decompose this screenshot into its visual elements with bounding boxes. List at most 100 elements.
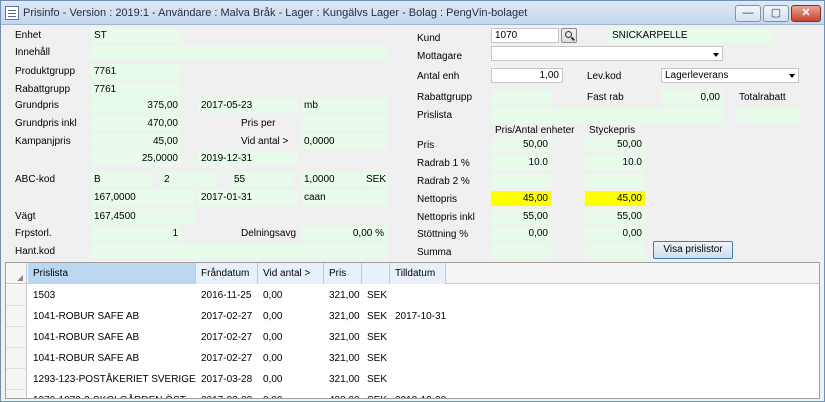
kund-input[interactable]: 1070: [491, 28, 559, 43]
totalrabatt-field[interactable]: [737, 108, 799, 123]
cell-prislista[interactable]: 1293-123-POSTÅKERIET SVERIGE A: [28, 369, 196, 390]
levkod-select[interactable]: Lagerleverans: [661, 68, 799, 83]
title-bar[interactable]: Prisinfo - Version : 2019:1 - Användare …: [1, 1, 824, 25]
col-frandatum[interactable]: Fråndatum: [196, 263, 258, 284]
row-header[interactable]: [6, 348, 27, 369]
kampanj-date-field[interactable]: 2019-12-31: [198, 151, 298, 166]
maximize-button[interactable]: ▢: [763, 5, 789, 22]
cell-prislista[interactable]: 1041-ROBUR SAFE AB: [28, 348, 196, 369]
row-header[interactable]: [6, 327, 27, 348]
radrab1-styck-field[interactable]: 10.0: [585, 155, 645, 170]
cell-vid-antal[interactable]: 0,00: [258, 390, 324, 398]
kund-search-button[interactable]: [561, 28, 577, 43]
radrab2-styck-field[interactable]: [585, 173, 645, 188]
cell-currency[interactable]: SEK: [362, 285, 390, 306]
fast-rab-field[interactable]: 0,00: [661, 90, 723, 105]
cell-vid-antal[interactable]: 0,00: [258, 285, 324, 306]
abc-kod-field[interactable]: B: [91, 172, 151, 187]
table-row[interactable]: 1293-123-POSTÅKERIET SVERIGE A 2017-03-28…: [6, 369, 819, 390]
cell-vid-antal[interactable]: 0,00: [258, 306, 324, 327]
produktgrupp-field[interactable]: 7761: [91, 64, 181, 79]
rabattgrupp-right-field[interactable]: [491, 90, 551, 105]
table-row[interactable]: 1503 2016-11-25 0,00 321,00 SEK: [6, 285, 819, 306]
cell-pris[interactable]: 321,00: [324, 369, 362, 390]
cell-frandatum[interactable]: 2017-02-27: [196, 306, 258, 327]
vid-antal-field[interactable]: 0,0000: [301, 134, 387, 149]
cell-currency[interactable]: SEK: [362, 348, 390, 369]
innehall-field[interactable]: [91, 45, 387, 60]
abc-num-field[interactable]: 2: [161, 172, 216, 187]
cell-pris[interactable]: 321,00: [324, 348, 362, 369]
abc-factor-field[interactable]: 1,0000: [301, 172, 361, 187]
grundpris-field[interactable]: 375,00: [91, 98, 181, 113]
frpstorl-field[interactable]: 1: [91, 226, 181, 241]
abc-value-field[interactable]: 167,0000: [91, 190, 195, 205]
nettopris-antal-field[interactable]: 45,00: [491, 191, 551, 206]
vagt-field[interactable]: 167,4500: [91, 209, 195, 224]
cell-frandatum[interactable]: 2017-02-27: [196, 327, 258, 348]
nettopris-styck-field[interactable]: 45,00: [585, 191, 645, 206]
pris-per-field[interactable]: [301, 116, 387, 131]
rabattgrupp-field[interactable]: 7761: [91, 82, 181, 97]
table-row[interactable]: 1070-1070-2-SKOLGÅRDEN ÖST2017-03-280,00…: [6, 390, 819, 398]
col-pris[interactable]: Pris: [324, 263, 362, 284]
nettopris-inkl-styck-field[interactable]: 55,00: [585, 209, 645, 224]
cell-pris[interactable]: 321,00: [324, 327, 362, 348]
abc-55-field[interactable]: 55: [231, 172, 293, 187]
pris-antal-field[interactable]: 50,00: [491, 137, 551, 152]
stottning-antal-field[interactable]: 0,00: [491, 226, 551, 241]
cell-vid-antal[interactable]: 0,00: [258, 327, 324, 348]
antal-enh-input[interactable]: 1,00: [491, 68, 563, 83]
mottagare-chevron-down-icon[interactable]: [713, 53, 719, 57]
cell-tilldatum[interactable]: [390, 369, 446, 390]
row-header[interactable]: [6, 390, 27, 398]
pris-styck-field[interactable]: 50,00: [585, 137, 645, 152]
kampanjpris-field[interactable]: 45,00: [91, 134, 181, 149]
table-row[interactable]: 1041-ROBUR SAFE AB 2017-02-27 0,00 321,00 SE…: [6, 327, 819, 348]
radrab2-antal-field[interactable]: [491, 173, 551, 188]
summa-antal-field[interactable]: [491, 244, 551, 259]
grundpris-unit-field[interactable]: mb: [301, 98, 387, 113]
hantkod-field[interactable]: [91, 244, 387, 259]
cell-currency[interactable]: SEK: [362, 390, 390, 398]
cell-currency[interactable]: SEK: [362, 369, 390, 390]
col-currency[interactable]: [362, 263, 390, 284]
table-row[interactable]: 1041-ROBUR SAFE AB 2017-02-27 0,00 321,00 SE…: [6, 348, 819, 369]
cell-tilldatum[interactable]: [390, 348, 446, 369]
cell-currency[interactable]: SEK: [362, 327, 390, 348]
grundpris-date-field[interactable]: 2017-05-23: [198, 98, 298, 113]
cell-pris[interactable]: 321,00: [324, 285, 362, 306]
cell-frandatum[interactable]: 2017-02-27: [196, 348, 258, 369]
enhet-field[interactable]: ST: [91, 28, 181, 43]
col-prislista[interactable]: Prislista: [28, 263, 196, 284]
cell-prislista[interactable]: 1070-1070-2-SKOLGÅRDEN ÖST: [28, 390, 196, 398]
mottagare-select[interactable]: [491, 46, 723, 61]
cell-tilldatum[interactable]: [390, 327, 446, 348]
row-header[interactable]: [6, 369, 27, 390]
currency-field[interactable]: SEK: [363, 172, 387, 187]
cell-pris[interactable]: 422,00: [324, 390, 362, 398]
cell-prislista[interactable]: 1041-ROBUR SAFE AB: [28, 306, 196, 327]
col-tilldatum[interactable]: Tilldatum: [390, 263, 446, 284]
levkod-chevron-down-icon[interactable]: [789, 74, 795, 78]
cell-tilldatum[interactable]: 2017-10-31: [390, 306, 446, 327]
cell-vid-antal[interactable]: 0,00: [258, 348, 324, 369]
kampanj-quantity-field[interactable]: 25,0000: [91, 151, 181, 166]
stottning-styck-field[interactable]: 0,00: [585, 226, 645, 241]
summa-styck-field[interactable]: [585, 244, 645, 259]
cell-frandatum[interactable]: 2016-11-25: [196, 285, 258, 306]
cell-vid-antal[interactable]: 0,00: [258, 369, 324, 390]
cell-pris[interactable]: 321,00: [324, 306, 362, 327]
cell-prislista[interactable]: 1041-ROBUR SAFE AB: [28, 327, 196, 348]
cell-tilldatum[interactable]: [390, 285, 446, 306]
cell-tilldatum[interactable]: 2018-12-30: [390, 390, 446, 398]
prislista-grid[interactable]: Prislista Fråndatum Vid antal > Pris Til…: [5, 262, 820, 399]
prislista-field[interactable]: [491, 108, 723, 123]
abc-text-field[interactable]: caan: [301, 190, 387, 205]
nettopris-inkl-antal-field[interactable]: 55,00: [491, 209, 551, 224]
radrab1-antal-field[interactable]: 10.0: [491, 155, 551, 170]
table-row[interactable]: 1041-ROBUR SAFE AB 2017-02-27 0,00 321,00 SE…: [6, 306, 819, 327]
delningsavg-field[interactable]: 0,00 %: [301, 226, 387, 241]
cell-frandatum[interactable]: 2017-03-28: [196, 390, 258, 398]
abc-date-field[interactable]: 2017-01-31: [198, 190, 298, 205]
